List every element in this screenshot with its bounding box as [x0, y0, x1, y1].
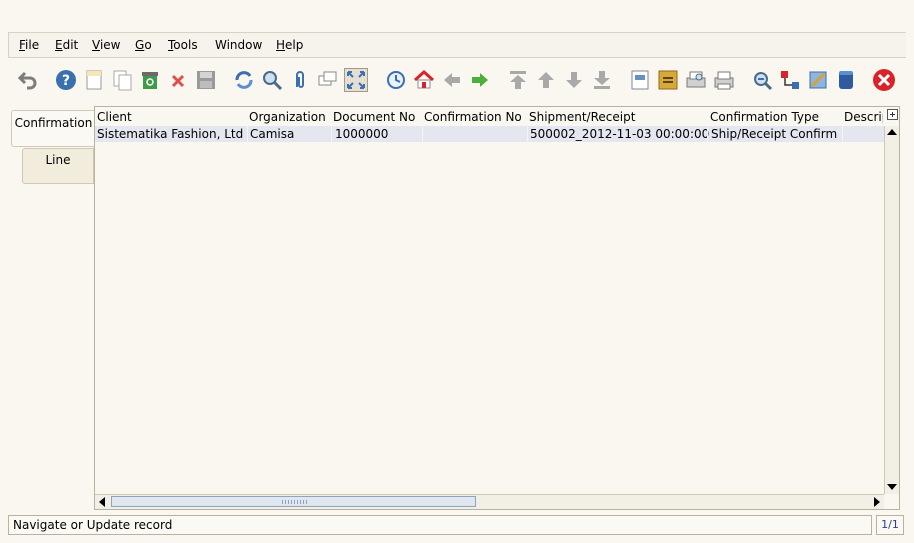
table-row[interactable]: Sistematika Fashion, Ltd Camisa 1000000 … — [95, 126, 884, 142]
toolbar: ? — [8, 62, 906, 100]
copy-record-icon[interactable] — [110, 68, 134, 92]
menu-go[interactable]: Go — [135, 38, 152, 52]
column-header-shipment-receipt[interactable]: Shipment/Receipt — [529, 110, 635, 124]
menu-file[interactable]: File — [19, 38, 39, 52]
column-divider — [331, 126, 332, 142]
close-icon[interactable] — [872, 68, 896, 92]
first-record-icon[interactable] — [506, 68, 530, 92]
column-header-organization[interactable]: Organization — [249, 110, 326, 124]
cell-client: Sistematika Fashion, Ltd — [97, 127, 244, 141]
next-tab-icon[interactable] — [468, 68, 492, 92]
grid-toggle-icon[interactable] — [344, 68, 368, 92]
scroll-up-arrow[interactable] — [887, 127, 897, 137]
column-header-description[interactable]: Descrip — [844, 110, 883, 124]
column-divider — [527, 126, 528, 142]
column-header-confirmation-no[interactable]: Confirmation No — [424, 110, 522, 124]
attachment-icon[interactable] — [288, 68, 312, 92]
column-divider — [842, 126, 843, 142]
svg-text:?: ? — [62, 73, 70, 89]
report-icon[interactable] — [628, 68, 652, 92]
menu-bar: File Edit View Go Tools Window Help — [8, 32, 906, 58]
zoom-across-icon[interactable] — [750, 68, 774, 92]
tab-line-label: Line — [45, 153, 71, 167]
find-icon[interactable] — [260, 68, 284, 92]
archive-icon[interactable] — [656, 68, 680, 92]
menu-help[interactable]: Help — [276, 38, 303, 52]
save-icon[interactable] — [194, 68, 218, 92]
cell-document-no: 1000000 — [335, 127, 389, 141]
scroll-right-arrow[interactable] — [872, 497, 882, 507]
previous-record-icon[interactable] — [534, 68, 558, 92]
column-divider — [422, 126, 423, 142]
menu-window[interactable]: Window — [215, 38, 262, 52]
previous-tab-icon[interactable] — [440, 68, 464, 92]
column-header-client[interactable]: Client — [97, 110, 132, 124]
workflow-icon[interactable] — [778, 68, 802, 92]
column-header-document-no[interactable]: Document No — [333, 110, 415, 124]
cell-organization: Camisa — [250, 127, 295, 141]
menu-tools[interactable]: Tools — [168, 38, 198, 52]
tab-confirmation-label: Confirmation — [14, 116, 93, 130]
menu-edit[interactable]: Edit — [55, 38, 78, 52]
status-message: Navigate or Update record — [13, 518, 173, 532]
next-record-icon[interactable] — [562, 68, 586, 92]
chat-icon[interactable] — [316, 68, 340, 92]
column-control-icon[interactable] — [887, 109, 898, 120]
menu-view[interactable]: View — [92, 38, 120, 52]
record-count-label: 1/1 — [881, 518, 899, 531]
cell-confirmation-type: Ship/Receipt Confirm — [711, 127, 838, 141]
column-divider — [707, 126, 708, 142]
tab-confirmation[interactable]: Confirmation — [11, 110, 95, 147]
print-preview-icon[interactable] — [684, 68, 708, 92]
cell-shipment-receipt: 500002_2012-11-03 00:00:00 — [530, 127, 710, 141]
horizontal-scroll-thumb[interactable] — [111, 496, 476, 507]
request-icon[interactable] — [806, 68, 830, 92]
record-grid: Client Organization Document No Confirma… — [94, 106, 900, 510]
history-icon[interactable] — [384, 68, 408, 92]
delete-record-icon[interactable] — [138, 68, 162, 92]
product-info-icon[interactable] — [834, 68, 858, 92]
tab-line[interactable]: Line — [22, 148, 94, 184]
vertical-scrollbar[interactable] — [884, 126, 899, 494]
scroll-left-arrow[interactable] — [97, 497, 107, 507]
delete-selection-icon[interactable] — [166, 68, 190, 92]
print-icon[interactable] — [712, 68, 736, 92]
new-record-icon[interactable] — [82, 68, 106, 92]
help-icon[interactable]: ? — [54, 68, 78, 92]
column-divider — [247, 126, 248, 142]
last-record-icon[interactable] — [590, 68, 614, 92]
home-icon[interactable] — [412, 68, 436, 92]
horizontal-scrollbar[interactable] — [95, 494, 884, 509]
column-header-confirmation-type[interactable]: Confirmation Type — [710, 110, 819, 124]
undo-icon[interactable] — [16, 68, 40, 92]
refresh-icon[interactable] — [232, 68, 256, 92]
scroll-down-arrow[interactable] — [887, 482, 897, 492]
status-bar: Navigate or Update record — [8, 515, 872, 535]
record-count[interactable]: 1/1 — [876, 515, 904, 535]
